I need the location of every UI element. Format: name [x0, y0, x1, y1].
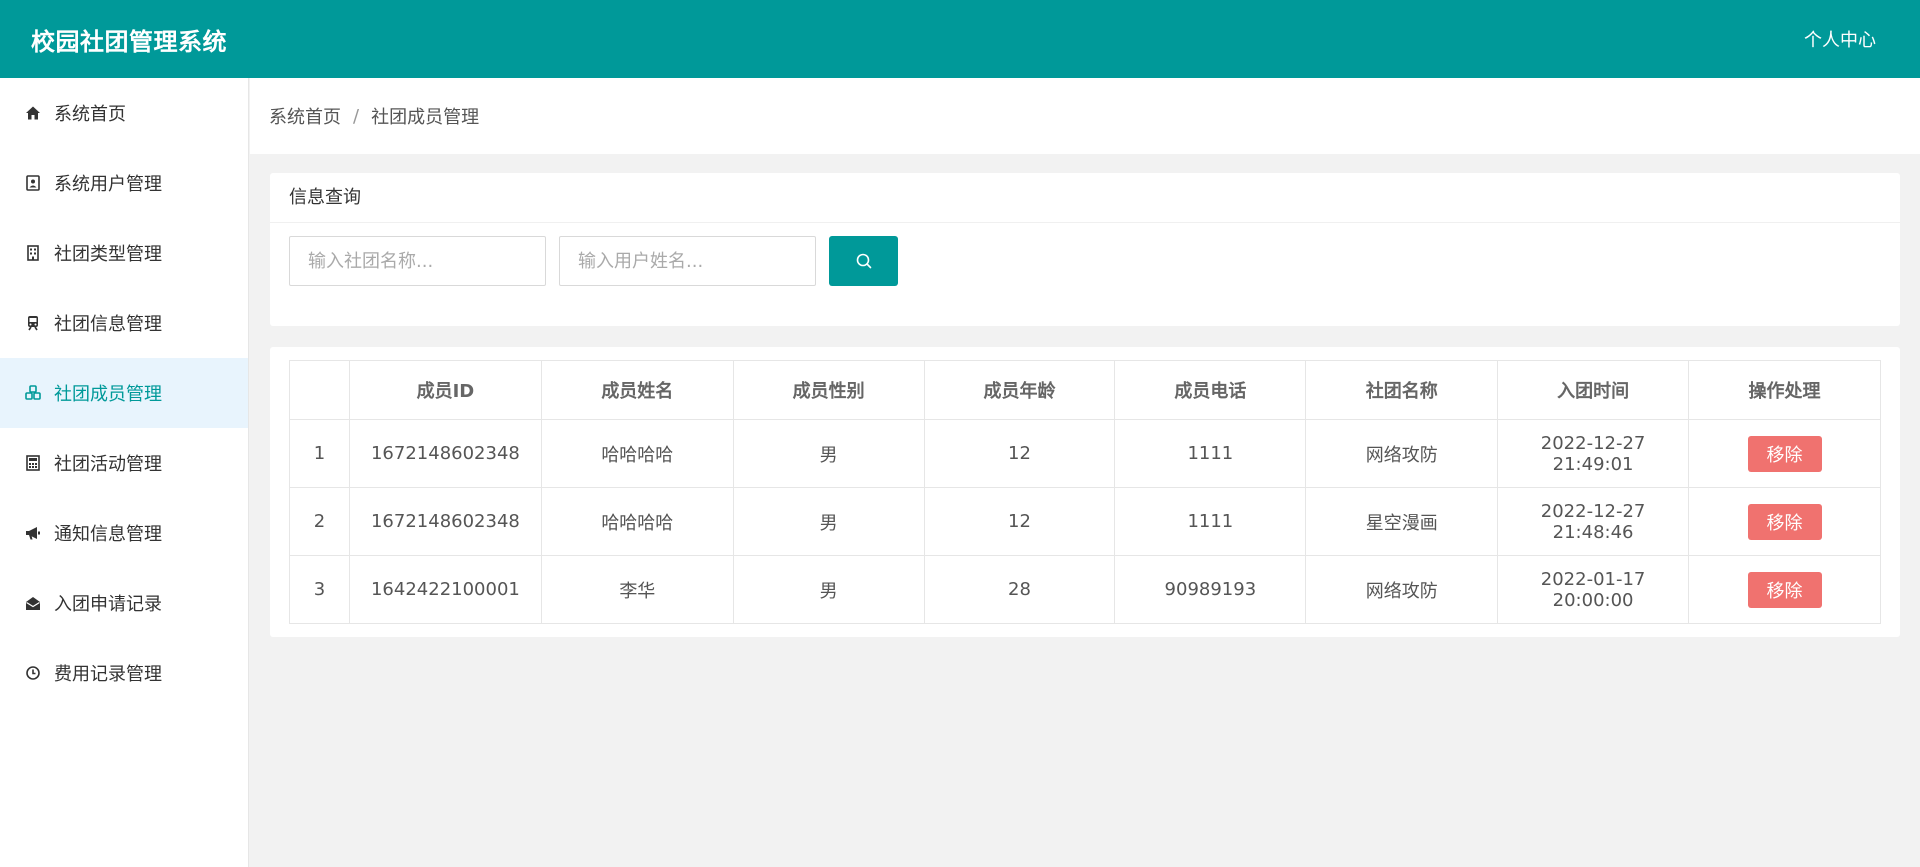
breadcrumb: 系统首页 / 社团成员管理 [250, 78, 1920, 154]
table-row: 2 1672148602348 哈哈哈哈 男 12 1111 星空漫画 2022… [289, 487, 1881, 556]
calculator-icon [24, 454, 42, 472]
remove-button[interactable]: 移除 [1747, 503, 1822, 540]
sidebar-item-label: 社团信息管理 [54, 314, 162, 335]
sidebar-item-club-activities[interactable]: 社团活动管理 [0, 428, 248, 498]
sidebar-item-club-info[interactable]: 社团信息管理 [0, 288, 248, 358]
cell-member-age: 28 [923, 555, 1116, 624]
top-header: 校园社团管理系统 个人中心 [0, 0, 1920, 78]
cell-member-phone: 1111 [1114, 419, 1307, 488]
sidebar-item-home[interactable]: 系统首页 [0, 78, 248, 148]
breadcrumb-home[interactable]: 系统首页 [269, 103, 341, 129]
column-header-member-id: 成员ID [348, 360, 542, 420]
table-row: 3 1642422100001 李华 男 28 90989193 网络攻防 20… [289, 555, 1881, 624]
cell-club-name: 网络攻防 [1305, 555, 1499, 624]
query-panel: 信息查询 [270, 173, 1900, 326]
sidebar-item-fee-records[interactable]: 费用记录管理 [0, 638, 248, 708]
cell-member-age: 12 [923, 487, 1116, 556]
cell-member-id: 1672148602348 [348, 419, 542, 488]
table-row: 1 1672148602348 哈哈哈哈 男 12 1111 网络攻防 2022… [289, 419, 1881, 488]
sidebar: 系统首页 系统用户管理 社团类型管理 社团信息管理 社团成员管理 社团活动管理 [0, 78, 249, 867]
cubes-icon [24, 384, 42, 402]
cell-member-phone: 1111 [1114, 487, 1307, 556]
bullhorn-icon [24, 524, 42, 542]
user-name-input[interactable] [559, 236, 816, 286]
table-header-row: 成员ID 成员姓名 成员性别 成员年龄 成员电话 社团名称 入团时间 操作处理 [289, 360, 1881, 420]
sidebar-item-club-members[interactable]: 社团成员管理 [0, 358, 248, 428]
cell-join-time: 2022-12-27 21:49:01 [1497, 419, 1690, 488]
cell-club-name: 网络攻防 [1305, 419, 1499, 488]
column-header-member-phone: 成员电话 [1114, 360, 1307, 420]
train-icon [24, 314, 42, 332]
app-title: 校园社团管理系统 [31, 27, 227, 56]
club-name-input[interactable] [289, 236, 546, 286]
cell-member-phone: 90989193 [1114, 555, 1307, 624]
sidebar-item-label: 社团活动管理 [54, 454, 162, 475]
search-button[interactable] [829, 236, 898, 286]
sidebar-item-label: 系统首页 [54, 104, 126, 125]
sidebar-item-club-types[interactable]: 社团类型管理 [0, 218, 248, 288]
search-icon [855, 252, 873, 270]
cell-index: 2 [289, 487, 350, 556]
column-header-join-time: 入团时间 [1497, 360, 1690, 420]
cell-member-gender: 男 [732, 419, 925, 488]
sidebar-item-label: 通知信息管理 [54, 524, 162, 545]
members-table: 成员ID 成员姓名 成员性别 成员年龄 成员电话 社团名称 入团时间 操作处理 … [289, 360, 1881, 624]
cell-member-name: 哈哈哈哈 [540, 487, 734, 556]
cell-index: 3 [289, 555, 350, 624]
cell-member-gender: 男 [732, 487, 925, 556]
sidebar-item-label: 费用记录管理 [54, 664, 162, 685]
cell-member-id: 1672148602348 [348, 487, 542, 556]
column-header-club-name: 社团名称 [1305, 360, 1499, 420]
envelope-open-icon [24, 594, 42, 612]
remove-button[interactable]: 移除 [1747, 571, 1822, 608]
column-header-index [289, 360, 350, 420]
cell-member-name: 李华 [540, 555, 734, 624]
sidebar-item-notices[interactable]: 通知信息管理 [0, 498, 248, 568]
breadcrumb-current: 社团成员管理 [371, 107, 480, 128]
cell-member-name: 哈哈哈哈 [540, 419, 734, 488]
cell-actions: 移除 [1688, 487, 1881, 556]
user-center-link[interactable]: 个人中心 [1804, 26, 1876, 52]
cell-join-time: 2022-12-27 21:48:46 [1497, 487, 1690, 556]
column-header-member-gender: 成员性别 [732, 360, 925, 420]
remove-button[interactable]: 移除 [1747, 435, 1822, 472]
query-panel-title: 信息查询 [270, 173, 1900, 223]
home-icon [24, 104, 42, 122]
sidebar-item-label: 社团成员管理 [54, 384, 162, 405]
clock-icon [24, 664, 42, 682]
sidebar-item-system-users[interactable]: 系统用户管理 [0, 148, 248, 218]
contact-card-icon [24, 174, 42, 192]
building-icon [24, 244, 42, 262]
cell-actions: 移除 [1688, 419, 1881, 488]
cell-join-time: 2022-01-17 20:00:00 [1497, 555, 1690, 624]
sidebar-item-label: 社团类型管理 [54, 244, 162, 265]
members-table-panel: 成员ID 成员姓名 成员性别 成员年龄 成员电话 社团名称 入团时间 操作处理 … [270, 347, 1900, 637]
column-header-actions: 操作处理 [1688, 360, 1881, 420]
sidebar-item-join-applications[interactable]: 入团申请记录 [0, 568, 248, 638]
query-form [270, 223, 1900, 299]
column-header-member-age: 成员年龄 [923, 360, 1116, 420]
sidebar-item-label: 系统用户管理 [54, 174, 162, 195]
breadcrumb-separator: / [353, 105, 360, 127]
cell-member-gender: 男 [732, 555, 925, 624]
cell-index: 1 [289, 419, 350, 488]
column-header-member-name: 成员姓名 [540, 360, 734, 420]
cell-club-name: 星空漫画 [1305, 487, 1499, 556]
cell-actions: 移除 [1688, 555, 1881, 624]
sidebar-item-label: 入团申请记录 [54, 594, 162, 615]
cell-member-id: 1642422100001 [348, 555, 542, 624]
cell-member-age: 12 [923, 419, 1116, 488]
